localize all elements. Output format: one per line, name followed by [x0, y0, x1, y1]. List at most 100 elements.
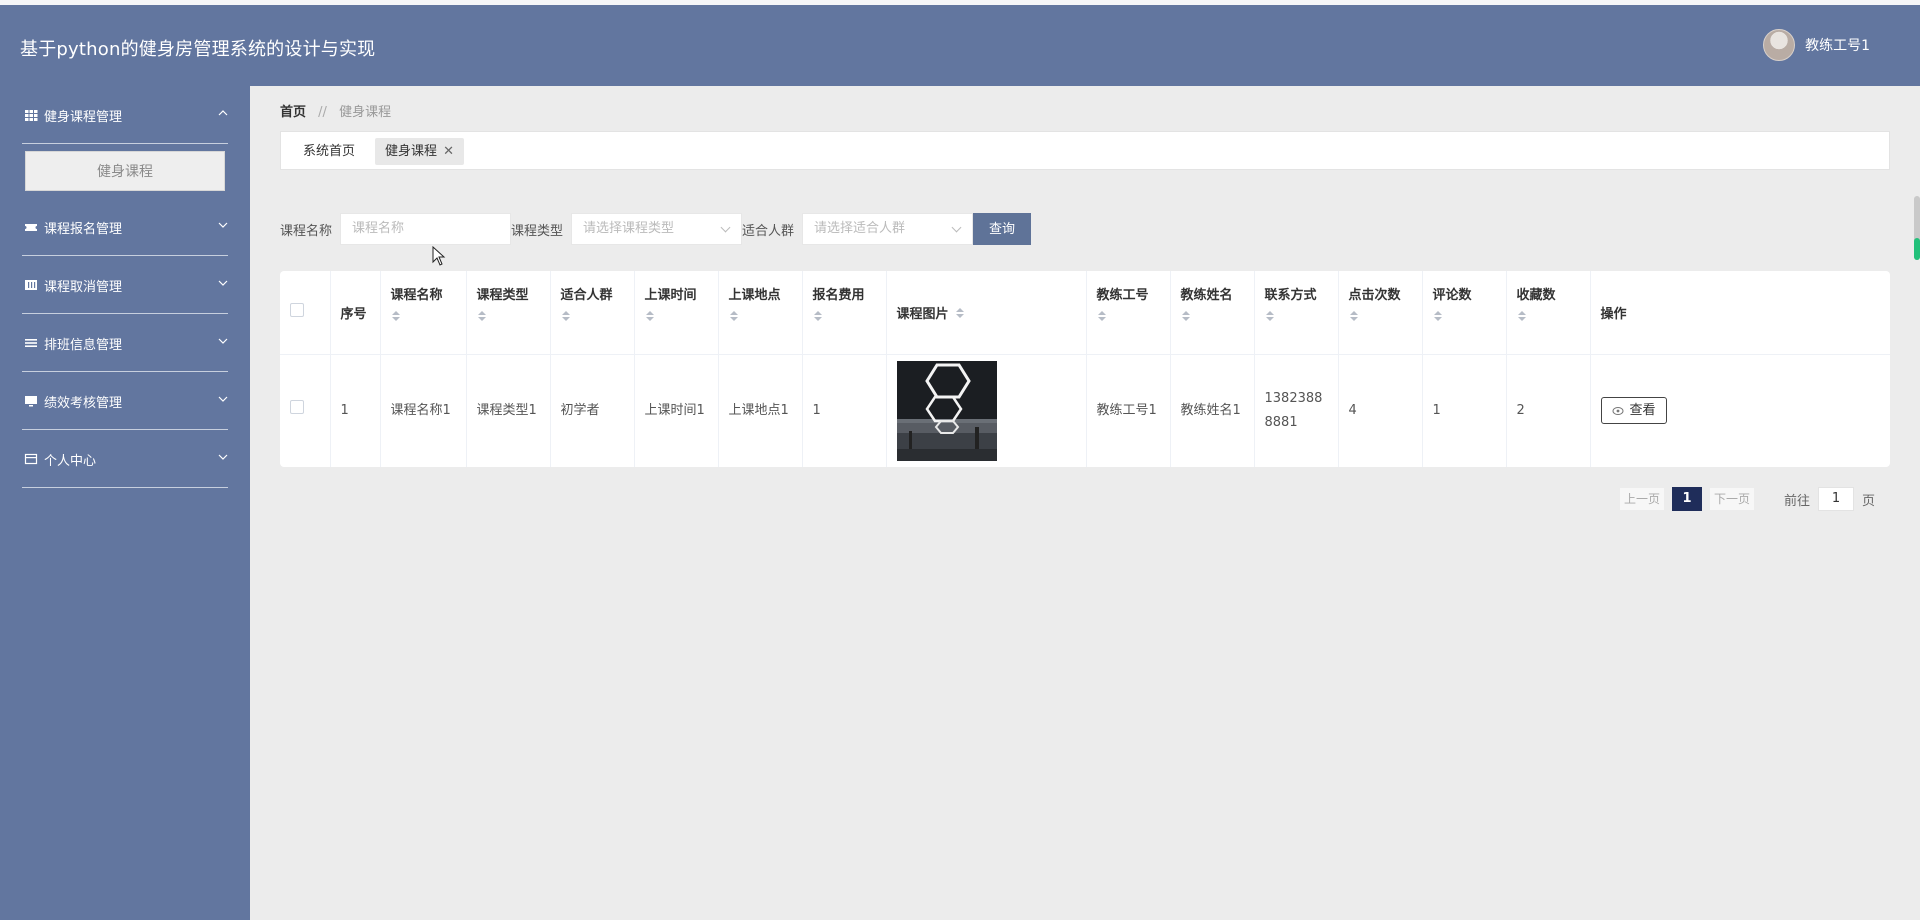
- cell-course-type: 课程类型1: [466, 354, 551, 467]
- select-all-checkbox[interactable]: [290, 303, 304, 318]
- column-header[interactable]: 上课时间: [634, 271, 719, 355]
- sort-icon[interactable]: [1433, 311, 1443, 323]
- grid-icon: [25, 110, 38, 121]
- cell-phone: 13823888881: [1254, 354, 1339, 467]
- column-header[interactable]: 联系方式: [1254, 271, 1339, 355]
- sort-icon[interactable]: [729, 311, 739, 323]
- cell-comments: 1: [1422, 354, 1507, 467]
- breadcrumb: 首页 // 健身课程: [280, 101, 391, 120]
- sidebar-group-label: 课程取消管理: [44, 279, 123, 295]
- sidebar-submenu: 健身课程: [0, 144, 250, 198]
- tab-fitness-course[interactable]: 健身课程 ✕: [375, 138, 465, 165]
- chevron-up-icon: [218, 110, 228, 116]
- view-button[interactable]: 查看: [1600, 397, 1667, 424]
- cell-coach-id: 教练工号1: [1086, 354, 1171, 467]
- select-all-cell[interactable]: [280, 271, 331, 355]
- app-title: 基于python的健身房管理系统的设计与实现: [20, 39, 376, 60]
- cell-clicks: 4: [1338, 354, 1423, 467]
- column-header[interactable]: 课程类型: [466, 271, 551, 355]
- breadcrumb-separator: //: [318, 105, 327, 120]
- breadcrumb-home[interactable]: 首页: [280, 105, 306, 120]
- sort-icon[interactable]: [955, 308, 965, 320]
- cell-fee: 1: [802, 354, 887, 467]
- cell-crowd: 初学者: [550, 354, 635, 467]
- page-scrollbar[interactable]: [1914, 196, 1920, 260]
- sort-icon[interactable]: [645, 311, 655, 323]
- course-table: 序号 课程名称 课程类型 适合人群 上课时间 上课地点 报名费用 课程图片 教练…: [280, 271, 1890, 467]
- sidebar-group-performance[interactable]: 绩效考核管理: [0, 372, 250, 430]
- prev-page-button[interactable]: 上一页: [1620, 488, 1665, 510]
- sort-icon[interactable]: [1265, 311, 1275, 323]
- sidebar-group-cancel[interactable]: 课程取消管理: [0, 256, 250, 314]
- sort-icon[interactable]: [1097, 311, 1107, 323]
- course-image[interactable]: [896, 360, 997, 461]
- tabs-bar: 系统首页 健身课程 ✕: [280, 131, 1890, 170]
- column-header[interactable]: 教练工号: [1086, 271, 1171, 355]
- crowd-select[interactable]: 请选择适合人群: [802, 213, 974, 245]
- sidebar-group-label: 课程报名管理: [44, 221, 123, 237]
- eye-icon: [1612, 406, 1623, 415]
- column-header[interactable]: 教练姓名: [1170, 271, 1255, 355]
- cell-course-name: 课程名称1: [380, 354, 467, 467]
- tab-home[interactable]: 系统首页: [293, 138, 365, 165]
- column-header[interactable]: 评论数: [1422, 271, 1507, 355]
- sidebar-group-course[interactable]: 健身课程管理: [0, 86, 250, 144]
- goto-page-input[interactable]: 1: [1818, 487, 1855, 511]
- row-select-cell[interactable]: [280, 354, 331, 467]
- query-button[interactable]: 查询: [973, 213, 1032, 245]
- sidebar-item-fitness-course[interactable]: 健身课程: [25, 151, 225, 191]
- cell-actions: 查看: [1590, 354, 1890, 467]
- pagination: 上一页 1 下一页 前往 1 页: [1620, 487, 1875, 511]
- sort-icon[interactable]: [1181, 311, 1191, 323]
- chevron-down-icon: [218, 396, 228, 402]
- row-checkbox[interactable]: [290, 399, 304, 414]
- mouse-cursor-icon: [432, 246, 446, 266]
- sidebar-group-course-header[interactable]: 健身课程管理: [0, 86, 250, 144]
- user-menu[interactable]: 教练工号1: [1763, 29, 1870, 61]
- column-header[interactable]: 收藏数: [1506, 271, 1591, 355]
- card-icon: [24, 453, 38, 465]
- cell-course-image: [886, 354, 1087, 467]
- cell-place: 上课地点1: [718, 354, 803, 467]
- column-header[interactable]: 报名费用: [802, 271, 887, 355]
- course-name-label: 课程名称: [280, 223, 333, 239]
- goto-suffix: 页: [1862, 493, 1876, 509]
- sidebar-group-label: 个人中心: [44, 453, 97, 469]
- column-header[interactable]: 点击次数: [1338, 271, 1423, 355]
- column-header[interactable]: 上课地点: [718, 271, 803, 355]
- column-header[interactable]: 课程名称: [380, 271, 467, 355]
- sort-icon[interactable]: [477, 311, 487, 323]
- user-name: 教练工号1: [1805, 38, 1870, 54]
- chevron-down-icon: [218, 454, 228, 460]
- column-header: 序号: [330, 271, 381, 355]
- page-number-current[interactable]: 1: [1672, 487, 1703, 511]
- crowd-label: 适合人群: [742, 223, 795, 239]
- sidebar-group-personal[interactable]: 个人中心: [0, 430, 250, 488]
- columns-icon: [25, 280, 37, 290]
- course-type-select[interactable]: 请选择课程类型: [571, 213, 743, 245]
- cell-time: 上课时间1: [634, 354, 719, 467]
- sidebar-group-schedule[interactable]: 排班信息管理: [0, 314, 250, 372]
- ticket-icon: [25, 224, 37, 231]
- next-page-button[interactable]: 下一页: [1710, 488, 1755, 510]
- column-header[interactable]: 课程图片: [886, 271, 1087, 355]
- scroll-indicator: [1914, 238, 1920, 260]
- column-header[interactable]: 适合人群: [550, 271, 635, 355]
- sidebar-group-label: 健身课程管理: [44, 109, 123, 125]
- close-icon[interactable]: ✕: [443, 144, 454, 159]
- monitor-icon: [25, 396, 37, 407]
- table-row: 1 课程名称1 课程类型1 初学者 上课时间1 上课地点1 1 教练工号1 教练…: [280, 354, 1890, 467]
- sort-icon[interactable]: [391, 311, 401, 323]
- list-icon: [25, 339, 37, 347]
- sidebar-group-enroll[interactable]: 课程报名管理: [0, 198, 250, 256]
- chevron-down-icon: [218, 222, 228, 228]
- cell-index: 1: [330, 354, 381, 467]
- course-name-input[interactable]: 课程名称: [340, 213, 512, 245]
- sidebar-group-label: 绩效考核管理: [44, 395, 123, 411]
- sort-icon[interactable]: [1517, 311, 1527, 323]
- sort-icon[interactable]: [561, 311, 571, 323]
- cell-coach-name: 教练姓名1: [1170, 354, 1255, 467]
- sort-icon[interactable]: [813, 311, 823, 323]
- sort-icon[interactable]: [1349, 311, 1359, 323]
- avatar[interactable]: [1763, 29, 1796, 61]
